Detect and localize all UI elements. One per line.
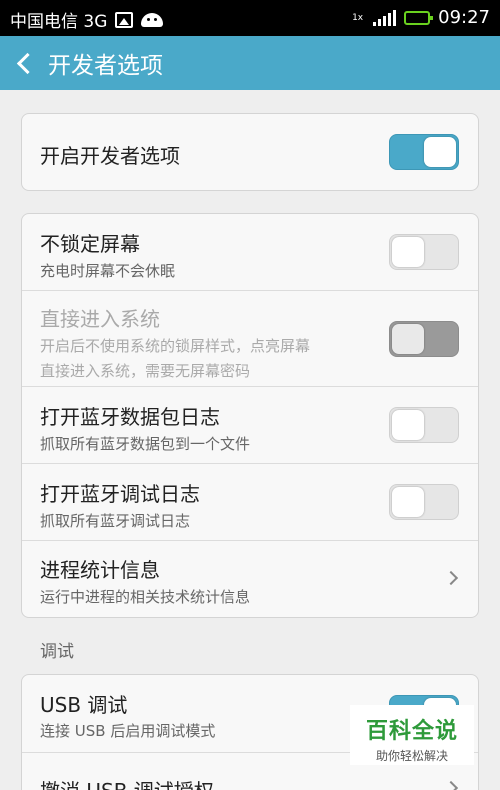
clock: 09:27 xyxy=(438,7,490,28)
watermark-logo: 百科全说 助你轻松解决 xyxy=(350,705,474,765)
usb-debugging-subtitle: 连接 USB 后启用调试模式 xyxy=(40,722,216,740)
android-icon xyxy=(141,12,164,27)
bluetooth-debug-log-row[interactable]: 打开蓝牙调试日志 抓取所有蓝牙调试日志 xyxy=(22,464,478,541)
enable-developer-options-switch[interactable] xyxy=(389,134,459,170)
bluetooth-hci-log-subtitle: 抓取所有蓝牙数据包到一个文件 xyxy=(40,435,251,453)
stay-awake-row[interactable]: 不锁定屏幕 充电时屏幕不会休眠 xyxy=(22,214,478,291)
settings-card: 不锁定屏幕 充电时屏幕不会休眠 直接进入系统 开启后不使用系统的锁屏样式，点亮屏… xyxy=(21,213,479,618)
chevron-right-icon xyxy=(443,780,459,790)
signal-icon xyxy=(373,9,397,26)
bluetooth-debug-log-title: 打开蓝牙调试日志 xyxy=(40,482,200,506)
enable-developer-options-label: 开启开发者选项 xyxy=(40,144,180,168)
direct-enter-system-subtitle-line1: 开启后不使用系统的锁屏样式，点亮屏幕 xyxy=(40,337,311,355)
back-arrow-icon[interactable] xyxy=(0,36,44,90)
direct-enter-system-title: 直接进入系统 xyxy=(40,307,160,331)
page-title: 开发者选项 xyxy=(48,53,163,79)
bluetooth-debug-log-subtitle: 抓取所有蓝牙调试日志 xyxy=(40,512,191,530)
revoke-usb-auth-title: 撤消 USB 调试授权 xyxy=(40,775,214,790)
process-stats-title: 进程统计信息 xyxy=(40,558,160,582)
title-bar: 开发者选项 xyxy=(0,36,500,90)
chevron-right-icon xyxy=(443,570,459,586)
direct-enter-system-row: 直接进入系统 开启后不使用系统的锁屏样式，点亮屏幕 直接进入系统，需要无屏幕密码 xyxy=(22,291,478,387)
bluetooth-hci-log-row[interactable]: 打开蓝牙数据包日志 抓取所有蓝牙数据包到一个文件 xyxy=(22,387,478,464)
stay-awake-subtitle: 充电时屏幕不会休眠 xyxy=(40,262,176,280)
direct-enter-system-switch xyxy=(389,321,459,357)
debug-section-header: 调试 xyxy=(40,642,74,662)
signal-type-label: 1x xyxy=(352,12,364,23)
bluetooth-debug-log-switch[interactable] xyxy=(389,484,459,520)
usb-debugging-title: USB 调试 xyxy=(40,693,128,717)
stay-awake-switch[interactable] xyxy=(389,234,459,270)
process-stats-row[interactable]: 进程统计信息 运行中进程的相关技术统计信息 xyxy=(22,541,478,617)
direct-enter-system-subtitle-line2: 直接进入系统，需要无屏幕密码 xyxy=(40,362,251,380)
picture-icon xyxy=(115,11,134,28)
bluetooth-hci-log-title: 打开蓝牙数据包日志 xyxy=(40,405,220,429)
stay-awake-title: 不锁定屏幕 xyxy=(40,232,140,256)
watermark-main-text: 百科全说 xyxy=(365,719,458,744)
status-bar: 中国电信 3G 1x 09:27 xyxy=(0,0,500,36)
carrier-label: 中国电信 3G xyxy=(10,12,108,32)
watermark-sub-text: 助你轻松解决 xyxy=(375,749,448,763)
enable-developer-options-row[interactable]: 开启开发者选项 xyxy=(22,114,478,190)
battery-icon xyxy=(404,10,434,25)
process-stats-subtitle: 运行中进程的相关技术统计信息 xyxy=(40,588,251,606)
bluetooth-hci-log-switch[interactable] xyxy=(389,407,459,443)
master-toggle-card: 开启开发者选项 xyxy=(21,113,479,191)
